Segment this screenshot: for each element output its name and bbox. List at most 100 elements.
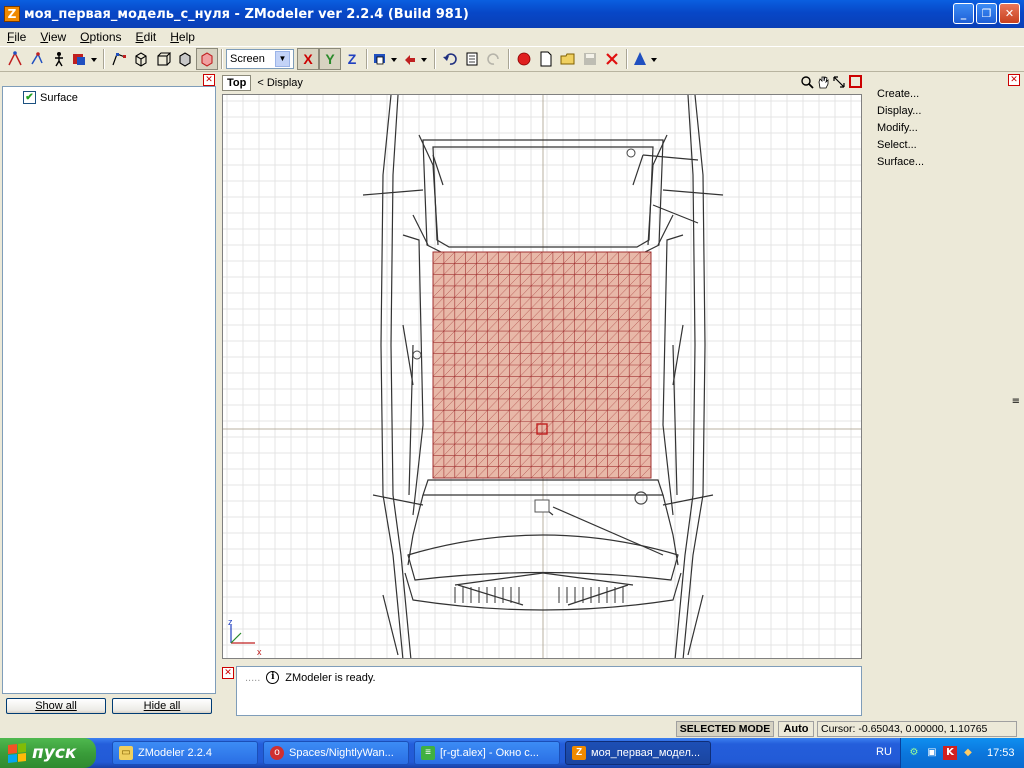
axis-z-label: z xyxy=(228,617,233,627)
log-entry: ..... i ZModeler is ready. xyxy=(245,671,376,684)
record-icon[interactable] xyxy=(513,48,535,70)
select-figure-icon[interactable] xyxy=(48,48,70,70)
command-display[interactable]: Display... xyxy=(877,105,924,122)
zoom-icon[interactable] xyxy=(799,75,814,90)
undo-dropdown-icon[interactable] xyxy=(401,48,431,70)
message-log[interactable]: ..... i ZModeler is ready. xyxy=(236,666,862,716)
menu-bar: File View Options Edit Help xyxy=(0,28,1024,46)
cursor-coordinates: Cursor: -0.65043, 0.00000, 1.10765 xyxy=(817,721,1017,737)
delete-icon[interactable] xyxy=(601,48,623,70)
view-name-label[interactable]: Top xyxy=(222,75,252,91)
surface-mode-icon[interactable] xyxy=(196,48,218,70)
start-label: пуск xyxy=(32,743,77,763)
windows-logo-icon xyxy=(8,743,26,763)
top-viewport[interactable]: z x xyxy=(222,94,862,659)
log-message: ZModeler is ready. xyxy=(285,671,376,684)
axis-x-toggle[interactable]: X xyxy=(297,48,319,70)
show-all-button[interactable]: Show all xyxy=(6,698,106,714)
clock: 17:53 xyxy=(987,747,1015,759)
view-axis-gizmo: z x xyxy=(228,617,262,657)
save-icon[interactable] xyxy=(579,48,601,70)
taskbar-item-label: ZModeler 2.2.4 xyxy=(138,747,212,759)
objects-panel: ✕ ✔ Surface Show all Hide all xyxy=(2,74,216,718)
command-surface[interactable]: Surface... xyxy=(877,156,924,173)
rotate-view-icon[interactable] xyxy=(831,75,846,90)
selected-surface-mesh xyxy=(432,251,652,479)
menu-options[interactable]: Options xyxy=(73,30,128,44)
select-vertex-icon[interactable] xyxy=(4,48,26,70)
zmodeler-app-icon[interactable]: Z xyxy=(4,6,20,22)
menu-edit[interactable]: Edit xyxy=(129,30,164,44)
status-bar: SELECTED MODE Auto Cursor: -0.65043, 0.0… xyxy=(0,720,1024,738)
axis-x-label: x xyxy=(257,647,262,657)
menu-view[interactable]: View xyxy=(33,30,73,44)
view-mode-label[interactable]: < Display xyxy=(257,77,303,89)
redo-icon[interactable] xyxy=(483,48,505,70)
coordinate-system-select[interactable]: Screen ▼ xyxy=(226,49,294,69)
close-icon[interactable]: ✕ xyxy=(203,74,215,86)
surface-checkbox[interactable]: ✔ xyxy=(23,91,36,104)
taskbar-item-zmodeler-window[interactable]: Z моя_первая_модел... xyxy=(565,741,711,765)
browser-icon: o xyxy=(270,746,284,760)
zmodeler-icon: Z xyxy=(572,746,586,760)
maximize-viewport-icon[interactable] xyxy=(849,75,862,88)
notes-icon[interactable] xyxy=(461,48,483,70)
close-icon[interactable]: ✕ xyxy=(222,667,234,679)
undo-icon[interactable] xyxy=(439,48,461,70)
close-button[interactable]: ✕ xyxy=(999,3,1020,24)
selected-mode-indicator[interactable]: SELECTED MODE xyxy=(676,721,774,737)
object-tree[interactable]: ✔ Surface xyxy=(2,86,216,694)
select-mode-dropdown-icon[interactable] xyxy=(70,48,100,70)
axis-y-toggle[interactable]: Y xyxy=(319,48,341,70)
new-file-icon[interactable] xyxy=(535,48,557,70)
object-mode-icon[interactable] xyxy=(174,48,196,70)
taskbar-item-label: [r-gt.alex] - Окно с... xyxy=(440,747,539,759)
windows-taskbar: пуск ▭ ZModeler 2.2.4 o Spaces/NightlyWa… xyxy=(0,738,1024,768)
axis-z-toggle[interactable]: Z xyxy=(341,48,363,70)
vertex-mode-icon[interactable] xyxy=(108,48,130,70)
taskbar-item-chat[interactable]: ≡ [r-gt.alex] - Окно с... xyxy=(414,741,560,765)
viewport-header: Top < Display xyxy=(222,74,862,92)
network-icon[interactable]: ⚙ xyxy=(907,746,921,760)
shield-icon[interactable]: ◆ xyxy=(961,746,975,760)
command-panel: ✕ Create... Display... Modify... Select.… xyxy=(866,74,1022,718)
close-icon[interactable]: ✕ xyxy=(1008,74,1020,86)
tree-item-surface[interactable]: ✔ Surface xyxy=(23,91,78,104)
menu-file[interactable]: File xyxy=(0,30,33,44)
chevron-down-icon: ▼ xyxy=(275,51,290,67)
minimize-button[interactable]: _ xyxy=(953,3,974,24)
command-select[interactable]: Select... xyxy=(877,139,924,156)
splitter-grip-icon[interactable]: ≡ xyxy=(1012,396,1020,407)
info-icon: i xyxy=(266,671,280,684)
open-folder-icon[interactable] xyxy=(557,48,579,70)
system-tray: ⚙ ▣ K ◆ 17:53 xyxy=(900,738,1024,768)
command-modify[interactable]: Modify... xyxy=(877,122,924,139)
toolbar-separator xyxy=(221,49,223,69)
window-title: моя_первая_модель_с_нуля - ZModeler ver … xyxy=(24,6,469,22)
layer-dropdown-icon[interactable] xyxy=(371,48,401,70)
box-mode-icon[interactable] xyxy=(152,48,174,70)
hide-all-button[interactable]: Hide all xyxy=(112,698,212,714)
toolbar-separator xyxy=(626,49,628,69)
coordinate-system-value: Screen xyxy=(230,53,265,65)
tree-item-label: Surface xyxy=(40,91,78,104)
cube-mode-icon[interactable] xyxy=(130,48,152,70)
taskbar-item-browser[interactable]: o Spaces/NightlyWan... xyxy=(263,741,409,765)
toolbar-separator xyxy=(434,49,436,69)
main-toolbar: Screen ▼ X Y Z xyxy=(0,46,1024,72)
antivirus-icon[interactable]: K xyxy=(943,746,957,760)
title-bar: Z моя_первая_модель_с_нуля - ZModeler ve… xyxy=(0,0,1024,28)
viewport-canvas[interactable]: z x xyxy=(223,95,862,659)
menu-help[interactable]: Help xyxy=(163,30,202,44)
auto-indicator[interactable]: Auto xyxy=(778,721,814,737)
pan-hand-icon[interactable] xyxy=(815,75,830,90)
connection-icon[interactable]: ▣ xyxy=(925,746,939,760)
select-edge-icon[interactable] xyxy=(26,48,48,70)
taskbar-item-zmodeler-folder[interactable]: ▭ ZModeler 2.2.4 xyxy=(112,741,258,765)
render-mode-dropdown-icon[interactable] xyxy=(631,48,661,70)
language-indicator[interactable]: RU xyxy=(876,746,892,758)
maximize-button[interactable]: ❐ xyxy=(976,3,997,24)
start-button[interactable]: пуск xyxy=(0,738,96,768)
command-create[interactable]: Create... xyxy=(877,88,924,105)
toolbar-separator xyxy=(508,49,510,69)
